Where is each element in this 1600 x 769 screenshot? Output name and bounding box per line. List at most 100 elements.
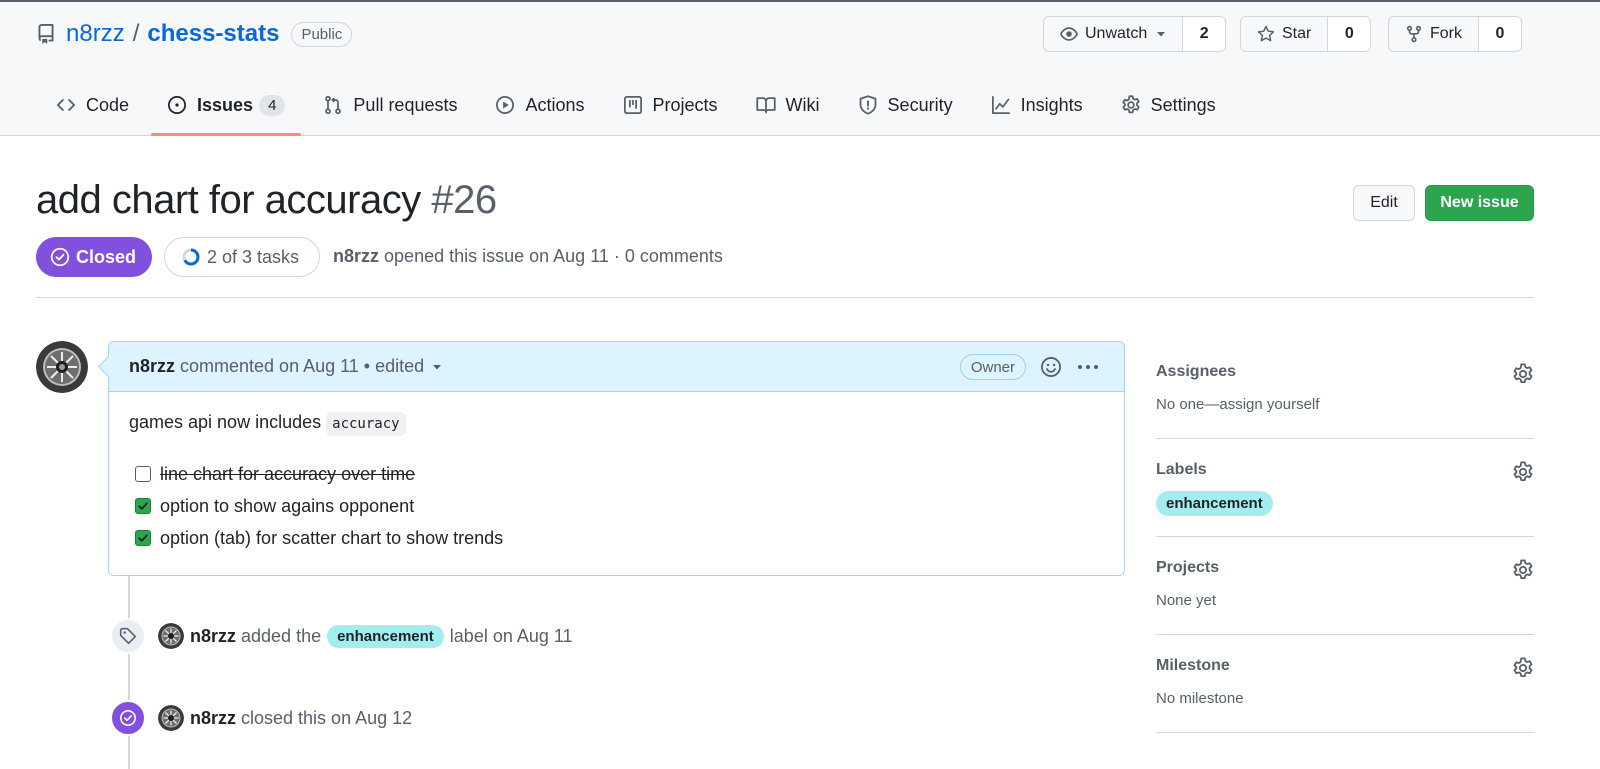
fork-button[interactable]: Fork	[1389, 17, 1479, 51]
label-enhancement[interactable]: enhancement	[1156, 491, 1273, 516]
star-icon	[1257, 25, 1275, 42]
assign-yourself-link[interactable]: No one—assign yourself	[1156, 396, 1534, 413]
issue-sidebar: Assignees No one—assign yourself Labels …	[1156, 341, 1534, 733]
event-text: closed this on Aug 12	[241, 707, 413, 728]
avatar-image	[158, 623, 184, 649]
tab-security[interactable]: Security	[842, 76, 969, 134]
comment-paragraph: games api now includes accuracy	[129, 412, 1104, 436]
check-icon	[138, 502, 148, 510]
issue-title-text: add chart for accuracy	[36, 178, 421, 222]
issue-state-badge: Closed	[36, 237, 153, 277]
repo-forked-icon	[1406, 25, 1422, 43]
sidebar-title: Projects	[1156, 559, 1220, 576]
visibility-badge: Public	[291, 21, 353, 47]
forks-count[interactable]: 0	[1479, 17, 1521, 51]
star-label: Star	[1282, 25, 1312, 42]
event-author-link[interactable]: n8rzz	[190, 626, 236, 647]
task-item: option to show agains opponent	[129, 490, 1104, 522]
task-checkbox[interactable]	[135, 498, 151, 514]
gear-icon[interactable]	[1512, 657, 1534, 679]
task-checkbox[interactable]	[135, 530, 151, 546]
tab-settings[interactable]: Settings	[1105, 76, 1232, 134]
repo-name-link[interactable]: chess-stats	[147, 20, 279, 48]
sidebar-title: Assignees	[1156, 363, 1237, 380]
watchers-count[interactable]: 2	[1183, 17, 1226, 51]
gear-icon[interactable]	[1512, 559, 1534, 581]
task-progress-badge[interactable]: 2 of 3 tasks	[164, 237, 321, 277]
book-icon	[755, 97, 776, 114]
event-author-link[interactable]: n8rzz	[190, 708, 236, 729]
task-text: option to show agains opponent	[160, 495, 415, 516]
unwatch-button[interactable]: Unwatch	[1044, 17, 1184, 51]
progress-ring-icon	[182, 248, 200, 266]
gear-icon[interactable]	[1512, 363, 1534, 385]
header-divider	[36, 297, 1534, 298]
smiley-icon[interactable]	[1040, 356, 1062, 378]
tab-issues[interactable]: Issues 4	[151, 76, 302, 136]
git-pull-request-icon	[325, 95, 342, 115]
event-text: label on Aug 11	[449, 625, 573, 646]
tab-actions-label: Actions	[525, 94, 585, 115]
timeline-event-labeled: n8rzz added the enhancement label on Aug…	[110, 618, 573, 654]
repo-title: n8rzz / chess-stats Public	[36, 18, 353, 50]
check-circle-icon	[50, 247, 70, 267]
tag-icon	[119, 627, 137, 645]
sidebar-projects: Projects None yet	[1156, 537, 1534, 635]
play-icon	[496, 96, 515, 114]
tab-settings-label: Settings	[1150, 94, 1216, 115]
issues-count-badge: 4	[259, 94, 286, 116]
comment-meta[interactable]: commented on Aug 11 • edited	[180, 356, 424, 377]
event-icon	[110, 700, 146, 736]
task-checkbox[interactable]	[135, 466, 151, 482]
label-enhancement[interactable]: enhancement	[327, 624, 444, 648]
unwatch-label: Unwatch	[1085, 25, 1148, 42]
sidebar-value: No milestone	[1156, 690, 1244, 707]
issue-author-link[interactable]: n8rzz	[333, 246, 379, 266]
check-circle-icon	[120, 710, 136, 726]
table-icon	[623, 96, 642, 114]
star-button[interactable]: Star	[1241, 17, 1329, 51]
tab-actions[interactable]: Actions	[479, 76, 600, 134]
tab-wiki[interactable]: Wiki	[740, 76, 836, 134]
comment-author-link[interactable]: n8rzz	[129, 356, 175, 377]
event-icon	[110, 618, 146, 654]
tab-code-label: Code	[86, 94, 130, 115]
issue-meta: n8rzz opened this issue on Aug 11 · 0 co…	[333, 246, 723, 267]
timeline-event-closed: n8rzz closed this on Aug 12	[110, 700, 412, 736]
code-icon	[56, 99, 76, 111]
avatar[interactable]	[158, 705, 184, 731]
event-text: added the	[241, 625, 322, 646]
issue-meta-text: opened this issue on Aug 11 · 0 comments	[384, 246, 723, 266]
check-icon	[138, 534, 148, 542]
avatar[interactable]	[36, 341, 88, 393]
task-list: line chart for accuracy over time option…	[129, 458, 1104, 554]
sidebar-assignees: Assignees No one—assign yourself	[1156, 341, 1534, 439]
tab-insights[interactable]: Insights	[975, 76, 1099, 134]
kebab-horizontal-icon[interactable]	[1076, 356, 1100, 378]
sidebar-labels: Labels enhancement	[1156, 439, 1534, 537]
task-progress-label: 2 of 3 tasks	[207, 246, 300, 267]
graph-icon	[991, 96, 1010, 114]
task-item: line chart for accuracy over time	[129, 458, 1104, 490]
issue-title: add chart for accuracy #26	[36, 178, 497, 223]
tab-wiki-label: Wiki	[785, 94, 820, 115]
tab-projects[interactable]: Projects	[607, 76, 734, 134]
tab-pull-requests[interactable]: Pull requests	[307, 76, 473, 134]
chevron-down-icon	[1157, 32, 1166, 37]
task-item: option (tab) for scatter chart to show t…	[129, 522, 1104, 554]
repo-owner-link[interactable]: n8rzz	[66, 20, 125, 48]
new-issue-button[interactable]: New issue	[1425, 185, 1534, 221]
timeline-line	[128, 576, 130, 769]
issue-state-label: Closed	[76, 246, 137, 267]
repo-nav: Code Issues 4 Pull requests Actions Proj…	[40, 76, 1238, 136]
stars-count[interactable]: 0	[1328, 17, 1371, 51]
watch-group: Unwatch 2	[1043, 16, 1227, 52]
edit-button[interactable]: Edit	[1353, 185, 1415, 221]
fork-group: Fork 0	[1388, 16, 1522, 52]
gear-icon[interactable]	[1512, 461, 1534, 483]
repo-header: n8rzz / chess-stats Public Unwatch 2 Sta…	[0, 0, 1600, 136]
comment-header: n8rzz commented on Aug 11 • edited Owner	[109, 342, 1124, 392]
avatar[interactable]	[158, 623, 184, 649]
chevron-down-icon[interactable]	[432, 362, 442, 372]
tab-code[interactable]: Code	[40, 76, 145, 134]
